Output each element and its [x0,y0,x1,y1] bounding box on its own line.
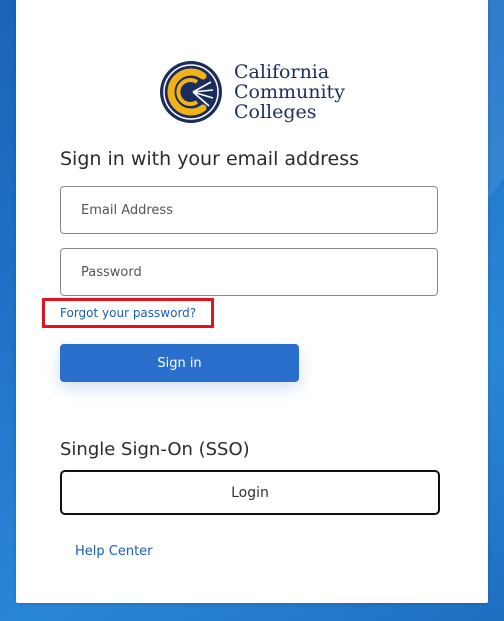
signin-button[interactable]: Sign in [60,344,299,382]
logo-line-3: Colleges [234,101,317,123]
signin-card: California Community Colleges Sign in wi… [16,0,488,603]
help-center-link[interactable]: Help Center [75,544,153,559]
signin-heading: Sign in with your email address [60,148,360,170]
sso-heading: Single Sign-On (SSO) [60,439,250,460]
email-input[interactable] [60,186,438,234]
ccc-logo: California Community Colleges [159,56,349,126]
logo-line-1: California [234,61,330,83]
logo-line-2: Community [234,81,345,103]
password-input[interactable] [60,248,438,296]
forgot-password-link[interactable]: Forgot your password? [60,306,196,320]
sso-login-button[interactable]: Login [60,470,440,515]
logo-wordmark: California Community Colleges [234,62,345,122]
ccc-seal-icon [160,61,222,123]
